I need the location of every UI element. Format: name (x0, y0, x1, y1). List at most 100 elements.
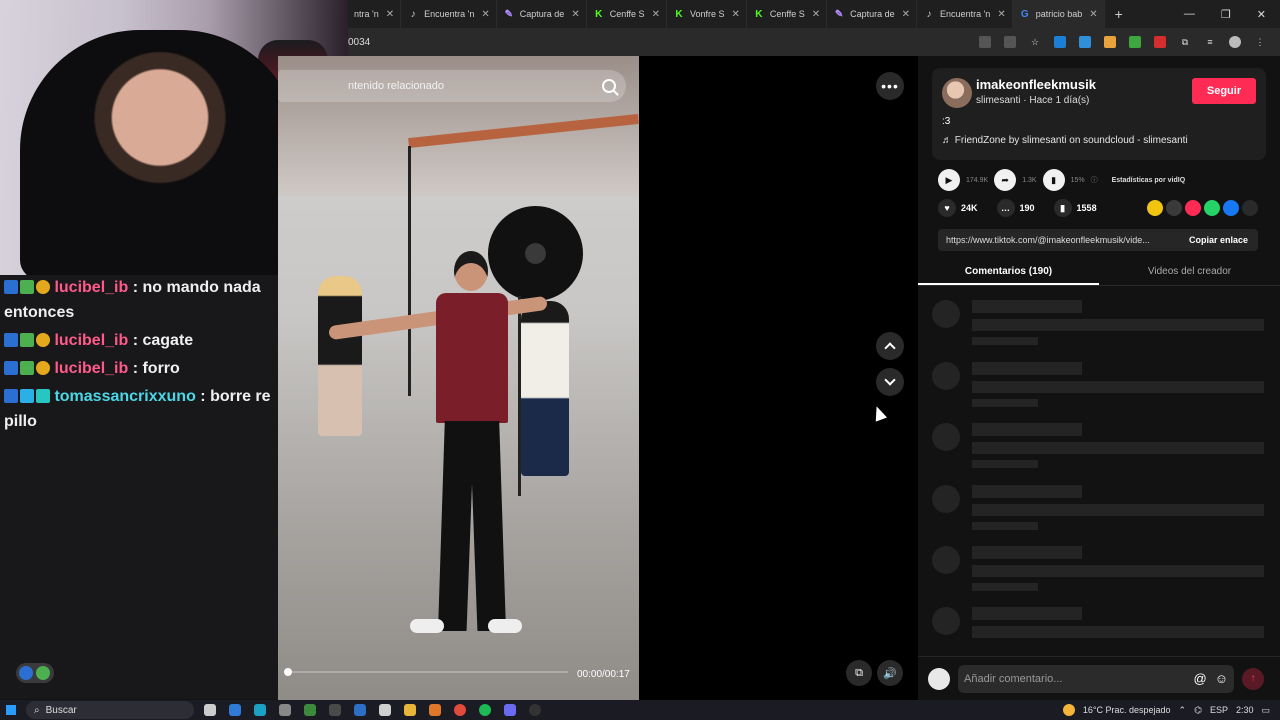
send-comment-button[interactable]: ↑ (1242, 667, 1264, 690)
url-text[interactable]: 0034 (348, 37, 370, 48)
close-icon[interactable]: ✕ (731, 9, 739, 20)
video-link[interactable]: https://www.tiktok.com/@imakeonfleekmusi… (938, 235, 1170, 245)
more-options-button[interactable]: ••• (876, 72, 904, 100)
minimize-icon[interactable]: — (1184, 8, 1195, 21)
obs-icon[interactable] (529, 704, 541, 716)
profile-avatar[interactable] (1229, 36, 1241, 48)
next-video-button[interactable] (876, 368, 904, 396)
app-icon[interactable] (229, 704, 241, 716)
comment-input[interactable]: Añadir comentario... @ ☺ (958, 664, 1234, 693)
close-icon[interactable]: ✕ (1089, 9, 1097, 20)
menu-icon[interactable]: ⋮ (1254, 36, 1266, 48)
video-player[interactable]: ntenido relacionado 00:00/00:17 (278, 56, 639, 700)
bookmark-icon[interactable]: ▮ (1053, 199, 1072, 217)
start-button[interactable] (0, 705, 22, 715)
app-icon[interactable] (279, 704, 291, 716)
creator-username[interactable]: imakeonfleekmusik (976, 77, 1096, 92)
extension-icon[interactable] (1129, 36, 1141, 48)
report-button[interactable]: ⧉ (846, 660, 872, 686)
emoji-share-icon[interactable] (1147, 200, 1163, 216)
chat-username[interactable]: lucibel_ib (54, 360, 128, 377)
browser-tab-active[interactable]: Gpatricio bab ✕ (1012, 0, 1105, 28)
chat-username[interactable]: tomassancrixxuno (54, 388, 195, 405)
reading-list-icon[interactable]: ≡ (1204, 36, 1216, 48)
follow-button[interactable]: Seguir (1192, 78, 1256, 104)
video-progress-knob[interactable] (284, 668, 292, 676)
network-icon[interactable]: ⌬ (1194, 705, 1202, 716)
close-icon[interactable]: ✕ (997, 9, 1005, 20)
skeleton-avatar (932, 607, 960, 635)
facebook-icon[interactable] (1223, 200, 1239, 216)
chat-username[interactable]: lucibel_ib (54, 279, 128, 296)
weather-text[interactable]: 16°C Prac. despejado (1083, 705, 1171, 715)
close-icon[interactable]: ✕ (481, 9, 489, 20)
install-icon[interactable] (1004, 36, 1016, 48)
spotify-icon[interactable] (479, 704, 491, 716)
app-icon[interactable] (354, 704, 366, 716)
share-more-icon[interactable] (1242, 200, 1258, 216)
app-icon[interactable] (429, 704, 441, 716)
send-icon[interactable] (1185, 200, 1201, 216)
vidiq-label[interactable]: Estadísticas por vidIQ (1112, 177, 1186, 184)
video-progress-bar[interactable] (284, 668, 568, 676)
previous-video-button[interactable] (876, 332, 904, 360)
close-window-icon[interactable]: ✕ (1257, 8, 1266, 21)
chat-settings-toggle[interactable] (16, 663, 54, 683)
whatsapp-icon[interactable] (1204, 200, 1220, 216)
puzzle-icon[interactable]: ⧉ (1179, 36, 1191, 48)
close-icon[interactable]: ✕ (812, 9, 820, 20)
related-search-bar[interactable]: ntenido relacionado (278, 70, 626, 102)
chevron-up-icon[interactable]: ⌃ (1179, 705, 1187, 716)
close-icon[interactable]: ✕ (902, 9, 910, 20)
task-view-icon[interactable] (204, 704, 216, 716)
volume-button[interactable]: 🔊 (877, 660, 903, 686)
folder-icon[interactable] (404, 704, 416, 716)
creator-avatar[interactable] (942, 78, 972, 108)
copy-link-button[interactable]: Copiar enlace (1189, 235, 1258, 245)
app-icon[interactable] (504, 704, 516, 716)
close-icon[interactable]: ✕ (386, 9, 394, 20)
taskbar-search[interactable]: ⌕ Buscar (26, 701, 194, 719)
chat-badges (4, 333, 50, 347)
tab-creator-videos[interactable]: Videos del creador (1099, 261, 1280, 285)
browser-tab[interactable]: ✎ Captura de ✕ (497, 0, 587, 28)
translate-icon[interactable] (979, 36, 991, 48)
chat-username[interactable]: lucibel_ib (54, 332, 128, 349)
clock[interactable]: 2:30 (1236, 705, 1254, 715)
close-icon[interactable]: ✕ (571, 9, 579, 20)
browser-tab[interactable]: K Vonfre S ✕ (667, 0, 747, 28)
embed-icon[interactable] (1166, 200, 1182, 216)
music-link[interactable]: ♬ FriendZone by slimesanti on soundcloud… (942, 135, 1188, 146)
extension-icon[interactable] (1079, 36, 1091, 48)
star-icon[interactable]: ☆ (1029, 36, 1041, 48)
browser-tab[interactable]: ♪ Encuentra 'n ✕ (401, 0, 497, 28)
browser-tab[interactable]: ♪ Encuentra 'n ✕ (917, 0, 1013, 28)
adblock-icon[interactable] (1154, 36, 1166, 48)
search-icon[interactable] (602, 79, 616, 93)
browser-tab[interactable]: K Cenffe S ✕ (747, 0, 828, 28)
info-icon[interactable]: ⓘ (1091, 175, 1098, 185)
restore-icon[interactable]: ❐ (1221, 8, 1231, 21)
browser-tab[interactable]: K Cenffe S ✕ (587, 0, 667, 28)
heart-icon[interactable]: ♥ (938, 199, 956, 217)
tab-comments[interactable]: Comentarios (190) (918, 261, 1099, 285)
edge-icon[interactable] (254, 704, 266, 716)
app-icon[interactable] (329, 704, 341, 716)
badge-icon (36, 361, 50, 375)
chrome-icon[interactable] (454, 704, 466, 716)
comment-skeleton (932, 607, 1266, 657)
comment-icon[interactable]: … (996, 199, 1015, 217)
xbox-icon[interactable] (304, 704, 316, 716)
app-icon[interactable] (379, 704, 391, 716)
emoji-icon[interactable]: ☺ (1215, 671, 1228, 686)
new-tab-button[interactable]: + (1105, 6, 1133, 22)
browser-tab[interactable]: ✎ Captura de ✕ (827, 0, 918, 28)
lang-indicator[interactable]: ESP (1210, 705, 1228, 715)
extension-icon[interactable] (1104, 36, 1116, 48)
skeleton-line (972, 485, 1082, 498)
notification-icon[interactable]: ▭ (1261, 705, 1270, 716)
close-icon[interactable]: ✕ (652, 9, 660, 20)
browser-tab[interactable]: ntra 'n ✕ (348, 0, 402, 28)
mention-icon[interactable]: @ (1194, 671, 1207, 686)
extension-icon[interactable] (1054, 36, 1066, 48)
